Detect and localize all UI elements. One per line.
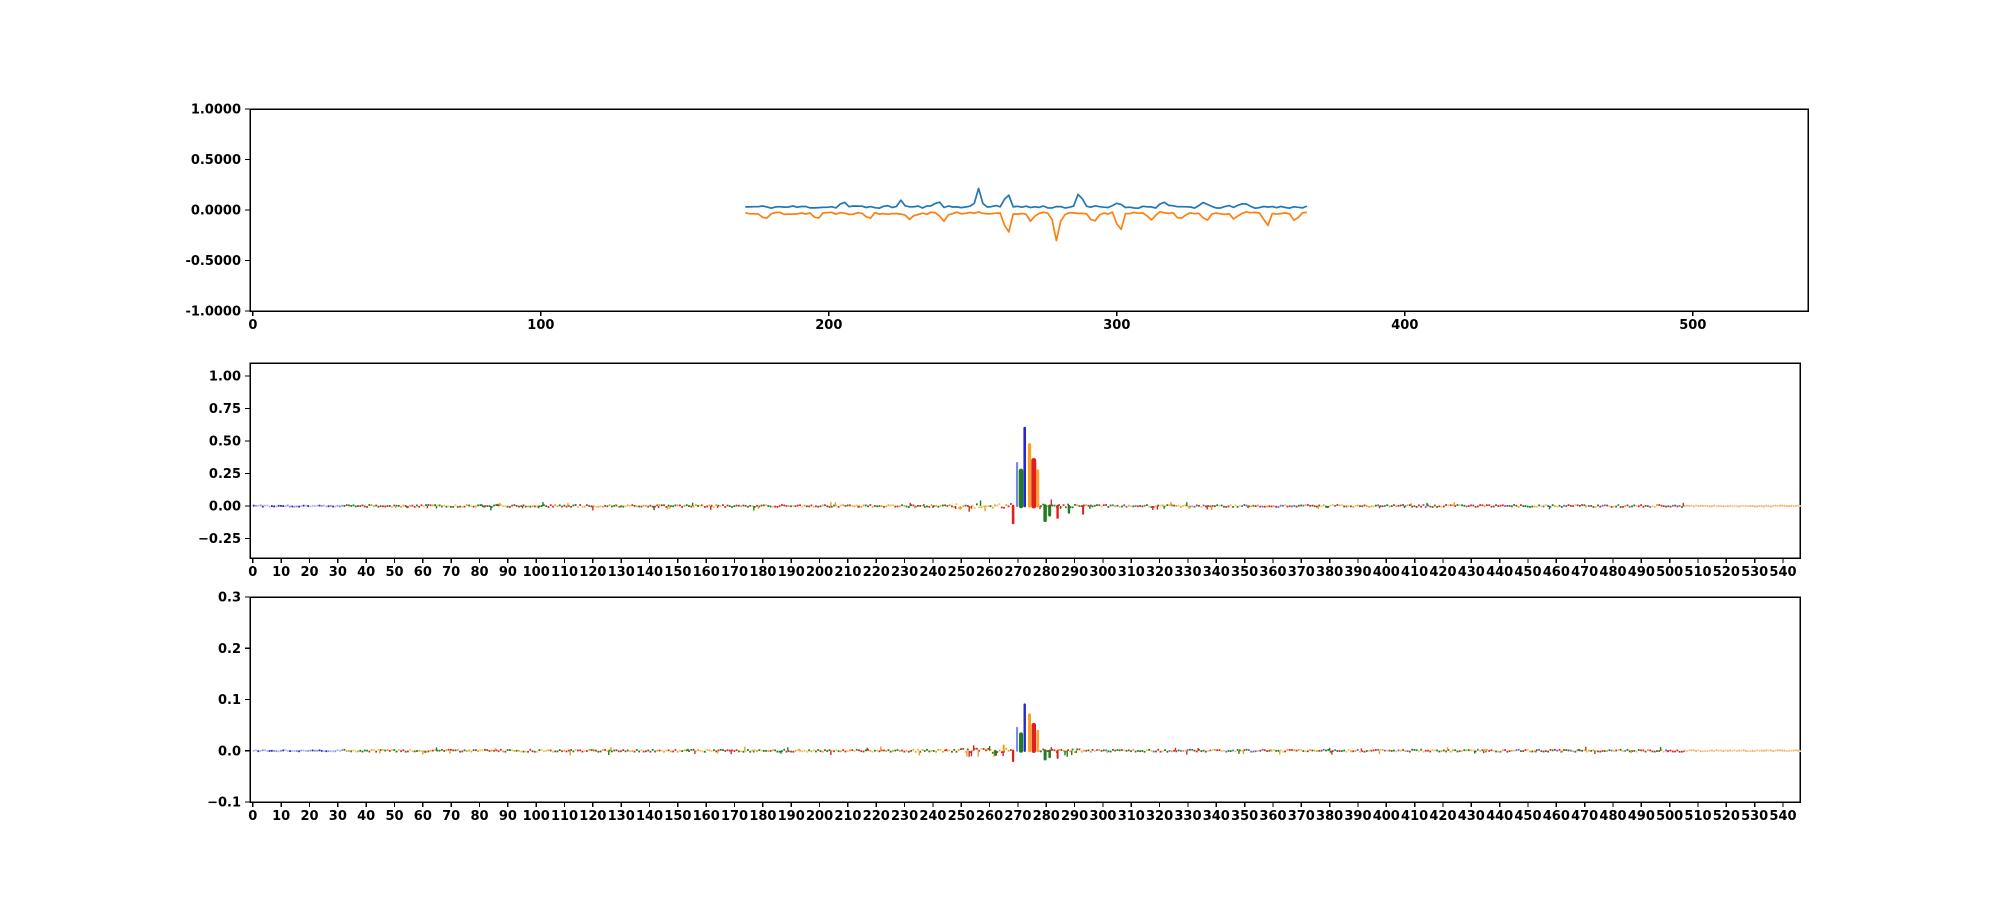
svg-text:260: 260 [976, 809, 1003, 824]
subplot-bottom-sparse: 0 10 20 30 40 50 60 70 80 90 100110120130140150160… [0, 0, 2000, 900]
svg-text:−0.1: −0.1 [207, 796, 241, 811]
svg-text:440: 440 [1486, 809, 1513, 824]
svg-text:540: 540 [1769, 809, 1796, 824]
svg-text:430: 430 [1458, 809, 1485, 824]
svg-text:190: 190 [778, 809, 805, 824]
svg-text:0: 0 [248, 809, 257, 824]
svg-text:0.3: 0.3 [218, 591, 241, 606]
svg-text:280: 280 [1033, 809, 1060, 824]
svg-text:0.0: 0.0 [218, 744, 241, 759]
svg-text:450: 450 [1514, 809, 1541, 824]
svg-text:520: 520 [1713, 809, 1740, 824]
svg-text:380: 380 [1316, 809, 1343, 824]
svg-text:50: 50 [385, 809, 403, 824]
svg-text:340: 340 [1203, 809, 1230, 824]
svg-text:460: 460 [1543, 809, 1570, 824]
svg-text:0.2: 0.2 [218, 642, 241, 657]
svg-text:480: 480 [1599, 809, 1626, 824]
svg-text:110: 110 [551, 809, 578, 824]
svg-text:530: 530 [1741, 809, 1768, 824]
svg-text:370: 370 [1288, 809, 1315, 824]
svg-text:410: 410 [1401, 809, 1428, 824]
svg-text:510: 510 [1684, 809, 1711, 824]
svg-text:30: 30 [329, 809, 347, 824]
svg-text:100: 100 [523, 809, 550, 824]
svg-text:80: 80 [470, 809, 488, 824]
svg-text:350: 350 [1231, 809, 1258, 824]
svg-text:500: 500 [1656, 809, 1683, 824]
svg-text:220: 220 [863, 809, 890, 824]
svg-text:270: 270 [1004, 809, 1031, 824]
svg-text:390: 390 [1344, 809, 1371, 824]
svg-text:330: 330 [1174, 809, 1201, 824]
svg-text:250: 250 [948, 809, 975, 824]
svg-text:230: 230 [891, 809, 918, 824]
subplot-bottom-sparse-canvas: 0 10 20 30 40 50 60 70 80 90 100110120130140150160… [0, 0, 2000, 900]
svg-text:360: 360 [1259, 809, 1286, 824]
svg-text:300: 300 [1089, 809, 1116, 824]
svg-text:400: 400 [1373, 809, 1400, 824]
svg-text:130: 130 [608, 809, 635, 824]
svg-text:320: 320 [1146, 809, 1173, 824]
svg-text:40: 40 [357, 809, 375, 824]
svg-text:490: 490 [1628, 809, 1655, 824]
svg-text:10: 10 [272, 809, 290, 824]
svg-text:60: 60 [414, 809, 432, 824]
svg-text:240: 240 [919, 809, 946, 824]
svg-text:210: 210 [834, 809, 861, 824]
svg-text:150: 150 [664, 809, 691, 824]
svg-text:180: 180 [749, 809, 776, 824]
figure: 01002003004005001.00000.50000.0000-0.500… [0, 0, 2000, 900]
svg-text:20: 20 [300, 809, 318, 824]
svg-text:120: 120 [579, 809, 606, 824]
svg-text:140: 140 [636, 809, 663, 824]
svg-text:160: 160 [693, 809, 720, 824]
svg-text:170: 170 [721, 809, 748, 824]
svg-text:90: 90 [499, 809, 517, 824]
svg-text:290: 290 [1061, 809, 1088, 824]
svg-text:310: 310 [1118, 809, 1145, 824]
svg-text:0.1: 0.1 [218, 693, 241, 708]
svg-text:70: 70 [442, 809, 460, 824]
svg-text:420: 420 [1429, 809, 1456, 824]
svg-text:470: 470 [1571, 809, 1598, 824]
svg-text:200: 200 [806, 809, 833, 824]
